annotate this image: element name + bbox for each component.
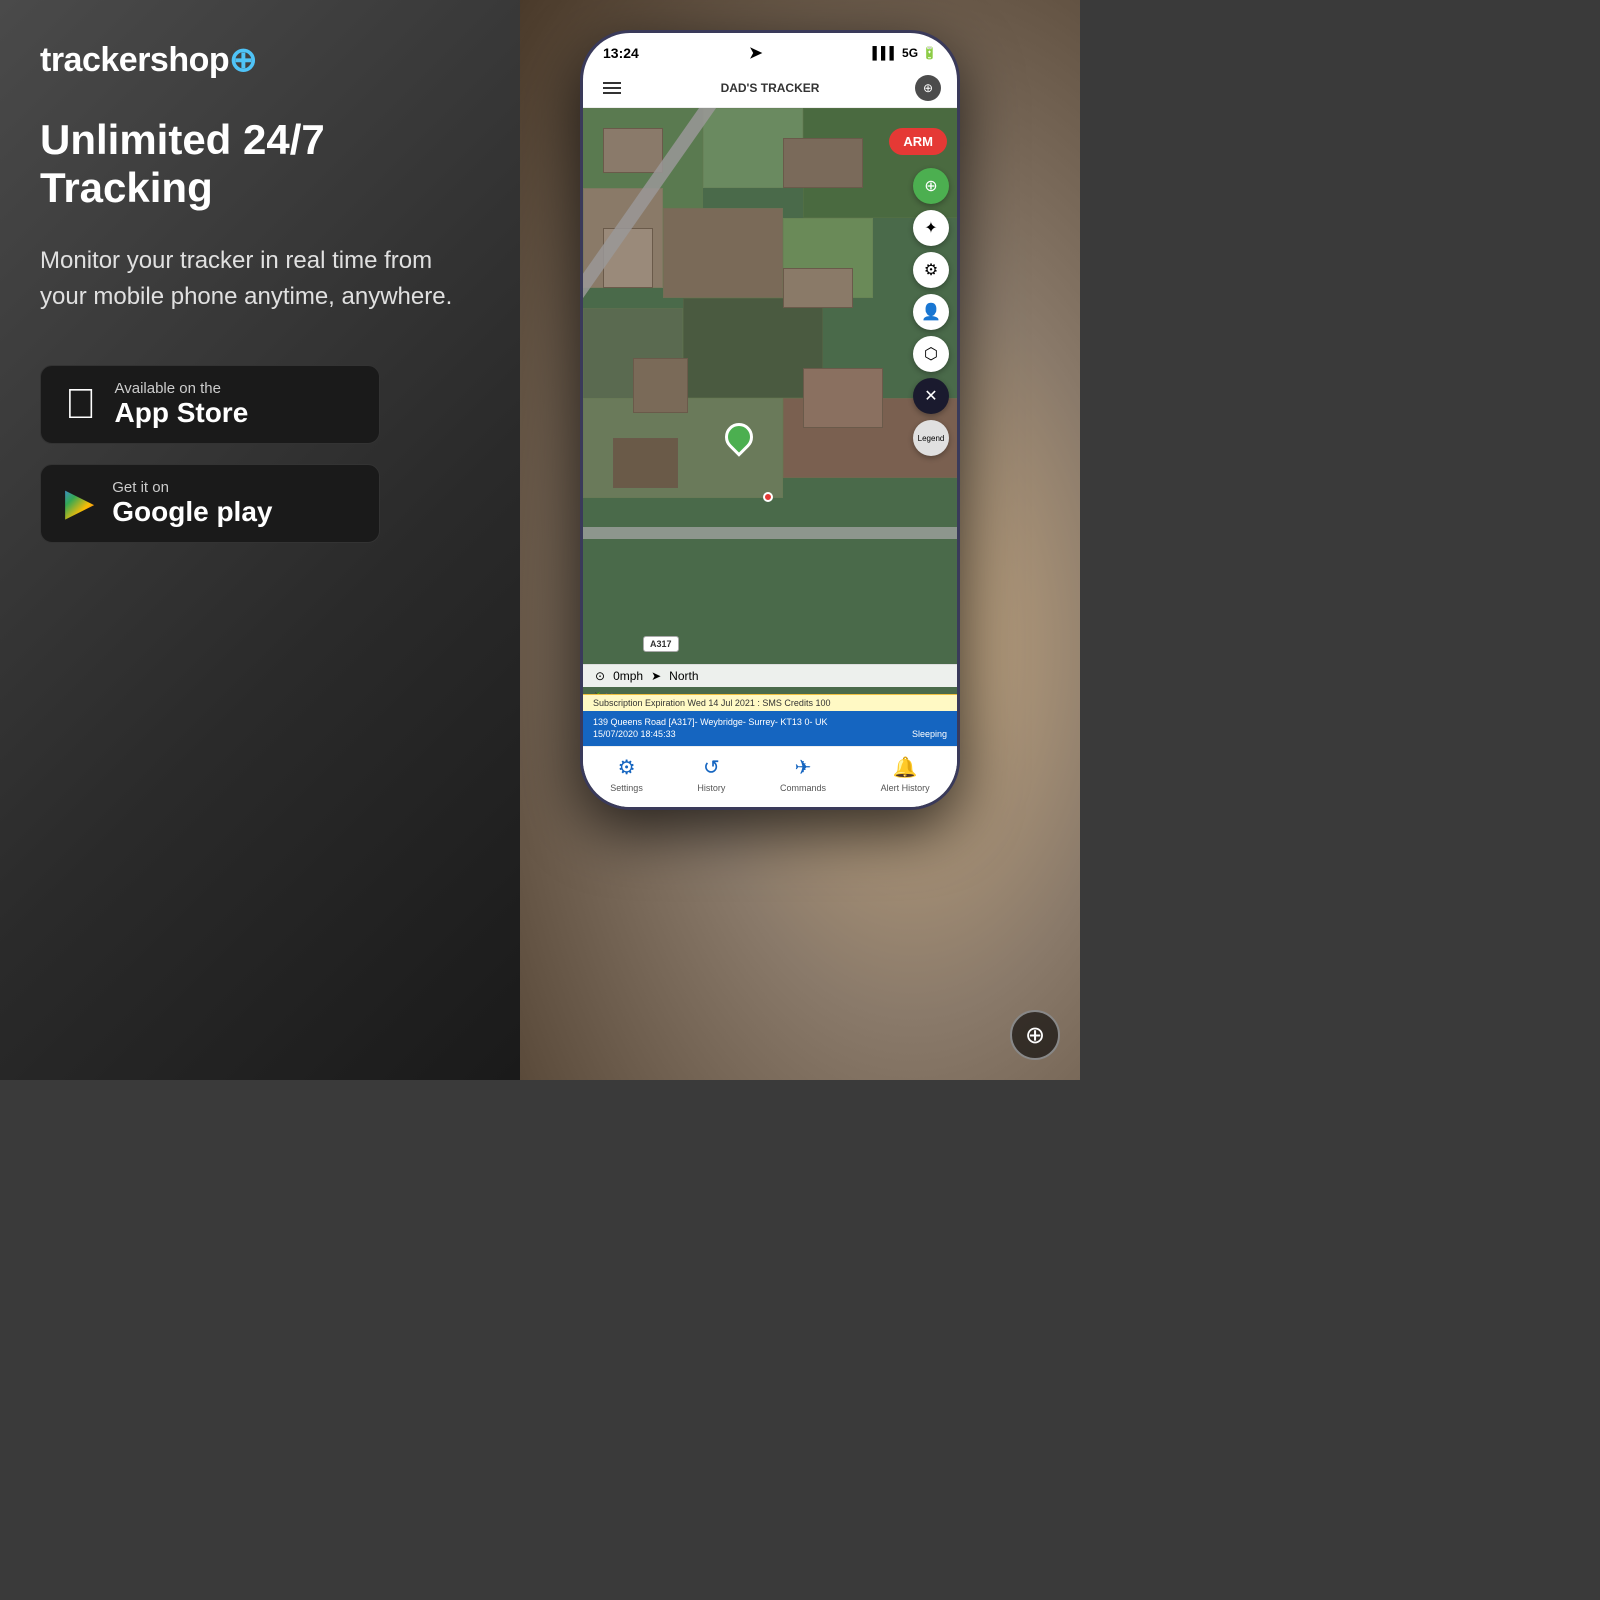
app-store-badge[interactable]:  Available on the App Store: [40, 365, 380, 444]
location-arrow-icon: ➤: [749, 43, 762, 63]
close-button[interactable]: ✕: [913, 378, 949, 414]
status-text: Sleeping: [912, 728, 947, 741]
datetime-text: 15/07/2020 18:45:33: [593, 728, 676, 741]
settings-nav-label: Settings: [610, 783, 643, 793]
apple-icon: : [65, 383, 97, 425]
phone-mockup: 13:24 ➤ ▌▌▌ 5G 🔋 DAD'S TRACKER ⊕: [580, 30, 960, 810]
subscription-bar: Subscription Expiration Wed 14 Jul 2021 …: [583, 694, 957, 711]
compass-direction-icon: ➤: [651, 669, 661, 683]
commands-nav-label: Commands: [780, 783, 826, 793]
address-bar: 139 Queens Road [A317]- Weybridge- Surre…: [583, 711, 957, 746]
right-panel: 13:24 ➤ ▌▌▌ 5G 🔋 DAD'S TRACKER ⊕: [520, 0, 1080, 1080]
hamburger-icon[interactable]: [599, 78, 625, 98]
commands-nav-icon: ✈: [795, 755, 812, 780]
status-icons: ▌▌▌ 5G 🔋: [873, 46, 937, 60]
speed-value: 0mph: [613, 669, 643, 683]
horizontal-road: [583, 527, 957, 539]
road-label: A317: [643, 636, 679, 652]
google-play-icon: ▶: [65, 484, 94, 522]
legend-button[interactable]: Legend: [913, 420, 949, 456]
history-nav-icon: ↺: [703, 755, 720, 780]
google-play-maintext: Google play: [112, 496, 272, 528]
settings-button[interactable]: ⚙: [913, 252, 949, 288]
alerts-nav-label: Alert History: [881, 783, 930, 793]
app-store-maintext: App Store: [115, 397, 249, 429]
alerts-nav-icon: 🔔: [893, 755, 918, 780]
bottom-nav: ⚙ Settings ↺ History ✈ Commands 🔔 Alert …: [583, 746, 957, 807]
navigate-button[interactable]: ⊕: [913, 168, 949, 204]
tracker-name: DAD'S TRACKER: [721, 81, 820, 95]
main-container: trackershop⊕ Unlimited 24/7Tracking Moni…: [0, 0, 1080, 1080]
layers-button[interactable]: ✦: [913, 210, 949, 246]
phone-header: DAD'S TRACKER ⊕: [583, 69, 957, 108]
top-compass-icon: ⊕: [915, 75, 941, 101]
location-pin: [725, 423, 753, 451]
app-badges:  Available on the App Store ▶ Get it on…: [40, 365, 480, 543]
direction-value: North: [669, 669, 698, 683]
signal-bars-icon: ▌▌▌: [873, 46, 899, 60]
status-time: 13:24: [603, 45, 639, 61]
speed-indicator-icon: ⊙: [595, 669, 605, 683]
network-type: 5G: [902, 46, 918, 60]
subscription-text: Subscription Expiration Wed 14 Jul 2021 …: [593, 698, 830, 708]
nav-settings[interactable]: ⚙ Settings: [610, 755, 643, 793]
settings-nav-icon: ⚙: [618, 755, 636, 780]
battery-icon: 🔋: [922, 46, 937, 60]
google-play-subtext: Get it on: [112, 479, 272, 496]
left-panel: trackershop⊕ Unlimited 24/7Tracking Moni…: [0, 0, 520, 1080]
corner-compass-icon: ⊕: [1010, 1010, 1060, 1060]
phone-status-bar: 13:24 ➤ ▌▌▌ 5G 🔋: [583, 33, 957, 69]
brand-name: trackershop⊕: [40, 40, 257, 80]
map-controls: ⊕ ✦ ⚙ 👤 ⬡ ✕ Legend: [913, 168, 949, 456]
nav-history[interactable]: ↺ History: [697, 755, 725, 793]
description: Monitor your tracker in real time from y…: [40, 243, 480, 315]
history-nav-label: History: [697, 783, 725, 793]
fence-button[interactable]: ⬡: [913, 336, 949, 372]
speed-bar: ⊙ 0mph ➤ North: [583, 664, 957, 687]
address-text: 139 Queens Road [A317]- Weybridge- Surre…: [593, 716, 947, 729]
headline: Unlimited 24/7Tracking: [40, 116, 480, 213]
nav-alerts[interactable]: 🔔 Alert History: [881, 755, 930, 793]
google-play-badge[interactable]: ▶ Get it on Google play: [40, 464, 380, 543]
person-button[interactable]: 👤: [913, 294, 949, 330]
nav-commands[interactable]: ✈ Commands: [780, 755, 826, 793]
info-bar: Subscription Expiration Wed 14 Jul 2021 …: [583, 694, 957, 807]
logo-area: trackershop⊕: [40, 40, 480, 80]
arm-button[interactable]: ARM: [889, 128, 947, 155]
tracking-dot: [763, 492, 773, 502]
app-store-subtext: Available on the: [115, 380, 249, 397]
